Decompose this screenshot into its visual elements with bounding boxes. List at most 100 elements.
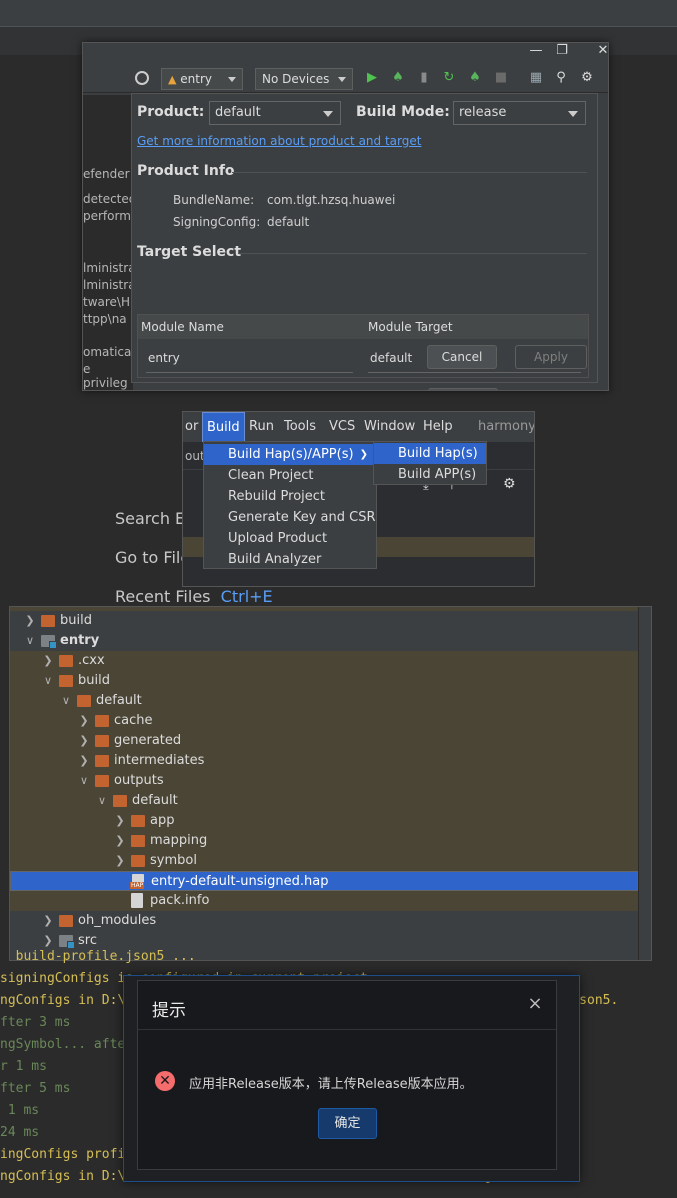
menu-help[interactable]: Help <box>423 412 453 442</box>
device-manager-icon[interactable]: ▦ <box>528 70 544 86</box>
tree-row-label: cache <box>114 713 153 728</box>
bundle-name-label: BundleName: <box>173 193 255 207</box>
chevron-down-icon[interactable]: ∨ <box>96 791 108 811</box>
build-mode-label: Build Mode: <box>356 104 450 120</box>
menu-item-rebuild-project[interactable]: Rebuild Project <box>204 486 376 507</box>
project-file-tree: ❯ build ∨ entry ❯ .cxx ∨ build ∨ default ❯ cache ❯ ge… <box>9 606 652 961</box>
apply-changes-icon[interactable]: ↻ <box>441 70 457 86</box>
menu-item-build-haps-apps[interactable]: Build Hap(s)/APP(s) ❯ <box>204 444 376 465</box>
cancel-button[interactable]: Cancel <box>427 345 497 369</box>
menu-vcs[interactable]: VCS <box>329 412 355 442</box>
tree-row[interactable]: ∨ default <box>10 791 638 811</box>
tree-row[interactable]: ❯ oh_modules <box>10 911 638 931</box>
tree-row-label: symbol <box>150 853 197 868</box>
stop-icon[interactable]: ■ <box>493 70 509 86</box>
chevron-right-icon[interactable]: ❯ <box>78 751 90 771</box>
module-folder-icon <box>41 635 57 649</box>
menu-item-build-haps[interactable]: Build Hap(s) <box>374 443 486 464</box>
chevron-down-icon[interactable]: ∨ <box>78 771 90 791</box>
chevron-down-icon[interactable]: ∨ <box>60 691 72 711</box>
chevron-right-icon[interactable]: ❯ <box>42 911 54 931</box>
gear-icon[interactable]: ⚙ <box>579 70 595 86</box>
tree-row[interactable]: ❯ cache <box>10 711 638 731</box>
chevron-right-icon[interactable]: ❯ <box>42 651 54 671</box>
build-mode-select[interactable]: release <box>453 101 586 125</box>
menu-tools[interactable]: Tools <box>284 412 316 442</box>
product-info-title: Product Info <box>137 163 235 179</box>
signing-config-label: SigningConfig: <box>173 215 261 229</box>
product-select[interactable]: default <box>209 101 341 125</box>
tree-row[interactable]: ∨ entry <box>10 631 638 651</box>
main-menubar: or Build Run Tools VCS Window Help harmo… <box>183 412 534 442</box>
restore-icon[interactable]: ❐ <box>549 43 575 59</box>
tree-row[interactable]: ❯ mapping <box>10 831 638 851</box>
chevron-right-icon[interactable]: ❯ <box>114 851 126 871</box>
menu-item-clean-project[interactable]: Clean Project <box>204 465 376 486</box>
chevron-down-icon[interactable]: ∨ <box>42 671 54 691</box>
chevron-right-icon[interactable]: ❯ <box>24 611 36 631</box>
profile-icon[interactable]: ♠ <box>467 70 483 86</box>
run-icon[interactable]: ▶ <box>364 70 380 86</box>
build-menu-window: or Build Run Tools VCS Window Help harmo… <box>182 411 535 587</box>
chevron-right-icon[interactable]: ❯ <box>114 811 126 831</box>
chevron-right-icon[interactable]: ❯ <box>114 831 126 851</box>
module-icon: ▲ <box>168 73 177 86</box>
tree-row[interactable]: entry-default-unsigned.hap <box>10 871 638 891</box>
tree-row[interactable]: ❯ app <box>10 811 638 831</box>
close-icon[interactable]: × <box>525 994 545 1014</box>
menu-item-upload-product[interactable]: Upload Product <box>204 528 376 549</box>
tree-row-label: entry-default-unsigned.hap <box>151 874 329 889</box>
tree-row[interactable]: pack.info <box>10 891 638 911</box>
confirm-button[interactable]: 确定 <box>318 1108 377 1139</box>
tree-row-label: app <box>150 813 175 828</box>
search-icon[interactable]: ⚲ <box>553 70 569 86</box>
folder-icon <box>131 855 145 867</box>
tree-row[interactable]: ∨ outputs <box>10 771 638 791</box>
divider <box>368 372 581 373</box>
tree-row[interactable]: ❯ symbol <box>10 851 638 871</box>
module-selector[interactable]: ▲ entry <box>161 68 243 90</box>
folder-icon <box>95 735 109 747</box>
build-config-window: — ❐ ✕ ▲ entry No Devices ▶ ♠ ▮ ↻ ♠ ■ ▦ ⚲… <box>82 42 609 391</box>
gear-icon[interactable]: ⚙ <box>503 476 519 492</box>
tree-row-label: pack.info <box>150 893 210 908</box>
device-selector-value: No Devices <box>262 72 330 86</box>
folder-icon <box>113 795 127 807</box>
file-icon <box>131 893 143 908</box>
vertical-scrollbar[interactable] <box>638 607 651 960</box>
menu-item-generate-key[interactable]: Generate Key and CSR <box>204 507 376 528</box>
close-icon[interactable]: ✕ <box>590 43 608 59</box>
chevron-right-icon[interactable]: ❯ <box>78 711 90 731</box>
tree-row[interactable]: ❯ generated <box>10 731 638 751</box>
apply-button[interactable]: Apply <box>515 345 587 369</box>
col-module-name: Module Name <box>141 320 224 334</box>
menu-partial[interactable]: or <box>185 412 198 442</box>
target-icon[interactable] <box>135 71 149 85</box>
tree-row[interactable]: ❯ intermediates <box>10 751 638 771</box>
tree-row[interactable]: ❯ .cxx <box>10 651 638 671</box>
menu-run[interactable]: Run <box>249 412 274 442</box>
device-selector[interactable]: No Devices <box>255 68 353 90</box>
chevron-right-icon[interactable]: ❯ <box>78 731 90 751</box>
info-link[interactable]: Get more information about product and t… <box>137 134 421 148</box>
partial-text: tware\H <box>83 295 130 309</box>
partial-text: lministra <box>83 261 133 275</box>
menu-item-build-analyzer[interactable]: Build Analyzer <box>204 549 376 570</box>
tree-row[interactable]: ∨ default <box>10 691 638 711</box>
tree-row-label: build <box>60 613 92 628</box>
minimize-icon[interactable]: — <box>523 43 549 59</box>
tree-row-label: outputs <box>114 773 164 788</box>
tree-rows: ❯ build ∨ entry ❯ .cxx ∨ build ∨ default ❯ cache ❯ ge… <box>10 611 638 960</box>
folder-icon <box>95 775 109 787</box>
tree-row-label: build <box>78 673 110 688</box>
tree-row[interactable]: ∨ build <box>10 671 638 691</box>
debug-icon[interactable]: ♠ <box>390 70 406 86</box>
chevron-down-icon[interactable]: ∨ <box>24 631 36 651</box>
tree-row[interactable]: ❯ build <box>10 611 638 631</box>
menu-item-build-apps[interactable]: Build APP(s) <box>374 464 486 485</box>
folder-icon <box>95 715 109 727</box>
menu-window[interactable]: Window <box>364 412 415 442</box>
attach-debugger-icon[interactable]: ▮ <box>416 70 432 86</box>
menu-build[interactable]: Build <box>202 412 245 442</box>
folder-icon <box>41 615 55 627</box>
